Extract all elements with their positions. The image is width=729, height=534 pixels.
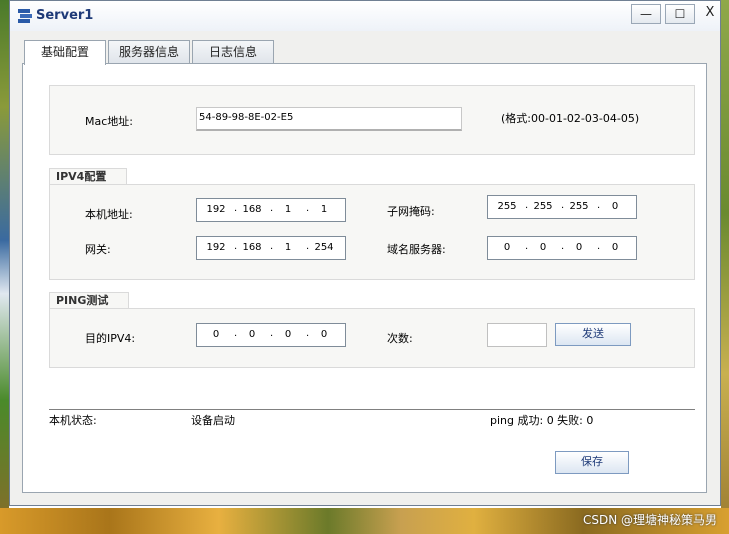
ip-octet: 0 bbox=[503, 242, 511, 253]
status-label: 本机状态: bbox=[49, 414, 97, 427]
ping-group: 目的IPV4: 0 . 0 . 0 . 0 次数: 发送 bbox=[49, 308, 695, 368]
subnet-mask-label: 子网掩码: bbox=[387, 205, 435, 218]
basic-config-panel: Mac地址: 54-89-98-8E-02-E5 (格式:00-01-02-03… bbox=[22, 63, 707, 493]
local-ip-input[interactable]: 192 . 168 . 1 . 1 bbox=[196, 198, 346, 222]
ip-octet: 255 bbox=[497, 201, 517, 212]
desktop-background-right bbox=[721, 0, 729, 534]
desktop-background-left bbox=[0, 0, 9, 534]
ip-octet: 0 bbox=[575, 242, 583, 253]
ip-octet: 254 bbox=[314, 242, 334, 253]
server-config-window: Server1 — ☐ X 基础配置 服务器信息 日志信息 Mac地址: 54-… bbox=[9, 0, 721, 506]
status-value: 设备启动 bbox=[191, 414, 235, 427]
target-ip-label: 目的IPV4: bbox=[85, 332, 136, 345]
ip-octet: 1 bbox=[320, 204, 328, 215]
ip-octet: 0 bbox=[284, 329, 292, 340]
mac-label: Mac地址: bbox=[85, 115, 133, 128]
maximize-button[interactable]: ☐ bbox=[665, 4, 695, 24]
ip-octet: 192 bbox=[206, 204, 226, 215]
local-ip-label: 本机地址: bbox=[85, 208, 133, 221]
dns-input[interactable]: 0 . 0 . 0 . 0 bbox=[487, 236, 637, 260]
mac-group: Mac地址: 54-89-98-8E-02-E5 (格式:00-01-02-03… bbox=[49, 85, 695, 155]
ip-octet: 168 bbox=[242, 242, 262, 253]
mac-format-hint: (格式:00-01-02-03-04-05) bbox=[501, 112, 640, 125]
ip-octet: 0 bbox=[539, 242, 547, 253]
ping-result: ping 成功: 0 失败: 0 bbox=[490, 414, 594, 427]
server-app-icon bbox=[18, 9, 32, 23]
minimize-button[interactable]: — bbox=[631, 4, 661, 24]
tab-log-info[interactable]: 日志信息 bbox=[192, 40, 274, 64]
mac-value: 54-89-98-8E-02-E5 bbox=[199, 112, 294, 123]
ip-octet: 255 bbox=[533, 201, 553, 212]
ping-count-label: 次数: bbox=[387, 332, 413, 345]
ip-octet: 0 bbox=[248, 329, 256, 340]
ip-octet: 0 bbox=[611, 201, 619, 212]
gateway-label: 网关: bbox=[85, 243, 111, 256]
ip-octet: 0 bbox=[611, 242, 619, 253]
ip-octet: 255 bbox=[569, 201, 589, 212]
save-button[interactable]: 保存 bbox=[555, 451, 629, 474]
send-button[interactable]: 发送 bbox=[555, 323, 631, 346]
mac-input[interactable]: 54-89-98-8E-02-E5 bbox=[196, 107, 462, 131]
subnet-mask-input[interactable]: 255 . 255 . 255 . 0 bbox=[487, 195, 637, 219]
gateway-input[interactable]: 192 . 168 . 1 . 254 bbox=[196, 236, 346, 260]
desktop-background-bottom: CSDN @理塘神秘策马男 bbox=[0, 508, 729, 534]
ping-count-input[interactable] bbox=[487, 323, 547, 347]
tab-server-info[interactable]: 服务器信息 bbox=[108, 40, 190, 64]
ip-octet: 168 bbox=[242, 204, 262, 215]
target-ip-input[interactable]: 0 . 0 . 0 . 0 bbox=[196, 323, 346, 347]
ip-octet: 0 bbox=[320, 329, 328, 340]
status-divider bbox=[49, 409, 695, 410]
window-title: Server1 bbox=[36, 8, 94, 23]
ip-octet: 1 bbox=[284, 204, 292, 215]
close-button[interactable]: X bbox=[699, 4, 721, 24]
ip-octet: 0 bbox=[212, 329, 220, 340]
ip-octet: 192 bbox=[206, 242, 226, 253]
tab-basic-config[interactable]: 基础配置 bbox=[24, 40, 106, 65]
watermark: CSDN @理塘神秘策马男 bbox=[582, 513, 717, 527]
title-bar[interactable]: Server1 — ☐ X bbox=[10, 1, 720, 31]
ipv4-group: 本机地址: 192 . 168 . 1 . 1 子网掩码: 255 . 255 … bbox=[49, 184, 695, 280]
ip-octet: 1 bbox=[284, 242, 292, 253]
dns-label: 域名服务器: bbox=[387, 243, 446, 256]
